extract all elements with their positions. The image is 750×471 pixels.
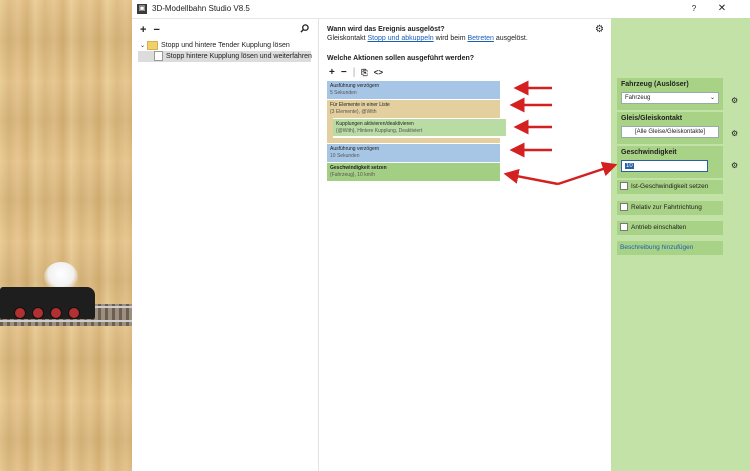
close-button[interactable]: ✕ xyxy=(712,2,732,16)
vehicle-group: Fahrzeug (Auslöser) Fahrzeug ⌄ xyxy=(617,78,723,110)
chevron-down-icon[interactable]: ⌄ xyxy=(140,43,145,49)
gear-icon[interactable]: ⚙ xyxy=(595,24,604,35)
code-view-button[interactable]: <> xyxy=(374,68,383,77)
search-icon[interactable] xyxy=(300,24,309,35)
speed-group: Geschwindigkeit 10 xyxy=(617,146,723,178)
actions-heading: Welche Aktionen sollen ausgeführt werden… xyxy=(327,55,475,62)
track-label: Gleis/Gleiskontakt xyxy=(621,115,683,122)
copy-icon[interactable]: ⎘ xyxy=(361,68,367,77)
event-tree-pane: + − ⌄ Stopp und hintere Tender Kupplung lö… xyxy=(132,18,319,471)
remove-event-button[interactable]: − xyxy=(153,24,159,36)
action-delay[interactable]: Ausführung verzögern 5 Sekunden xyxy=(327,81,500,99)
loco-wheel xyxy=(32,307,44,319)
locomotive xyxy=(0,287,95,319)
trigger-heading: Wann wird das Ereignis ausgelöst? xyxy=(327,26,445,33)
tree-event-item[interactable]: Stopp hintere Kupplung lösen und weiterf… xyxy=(138,51,312,62)
actions-toolbar: + − | ⎘ <> xyxy=(329,67,389,78)
contact-link[interactable]: Stopp und abkuppeln xyxy=(367,35,433,42)
action-set-speed[interactable]: Geschwindigkeit setzen {Fahrzeug}, 10 km… xyxy=(327,163,500,181)
vehicle-gear-icon[interactable]: ⚙ xyxy=(731,96,738,105)
window-title: 3D-Modellbahn Studio V8.5 xyxy=(152,4,250,13)
speed-input[interactable]: 10 xyxy=(621,160,708,172)
drive-on-checkbox[interactable]: Antrieb einschalten xyxy=(617,221,723,235)
trigger-description: Gleiskontakt Stopp und abkuppeln wird be… xyxy=(327,35,528,42)
tree-folder-item[interactable]: ⌄ Stopp und hintere Tender Kupplung lösen xyxy=(140,40,290,51)
checkbox-icon[interactable] xyxy=(620,182,628,191)
loco-wheel xyxy=(14,307,26,319)
chevron-down-icon: ⌄ xyxy=(709,95,715,101)
vehicle-label: Fahrzeug (Auslöser) xyxy=(621,81,689,88)
toolbar-divider: | xyxy=(352,67,356,78)
track-group: Gleis/Gleiskontakt [Alle Gleise/Gleiskon… xyxy=(617,112,723,144)
loco-wheel xyxy=(68,307,80,319)
track-gear-icon[interactable]: ⚙ xyxy=(731,129,738,138)
trigger-mode-link[interactable]: Betreten xyxy=(467,35,493,42)
event-icon xyxy=(154,51,163,62)
remove-action-button[interactable]: − xyxy=(341,67,347,78)
tree-folder-label: Stopp und hintere Tender Kupplung lösen xyxy=(161,42,290,49)
action-delay-2[interactable]: Ausführung verzögern 10 Sekunden xyxy=(327,144,500,162)
loco-wheel xyxy=(50,307,62,319)
speed-label: Geschwindigkeit xyxy=(621,149,677,156)
rail-lower xyxy=(0,320,132,322)
checkbox-icon[interactable] xyxy=(620,223,628,232)
app-icon: ▣ xyxy=(137,4,147,14)
properties-pane: Fahrzeug (Auslöser) Fahrzeug ⌄ ⚙ Gleis/G… xyxy=(611,18,750,471)
action-coupling[interactable]: Kupplungen aktivieren/deaktivieren {@Wit… xyxy=(333,119,506,136)
add-event-button[interactable]: + xyxy=(140,24,146,36)
foreach-end xyxy=(327,138,500,143)
vehicle-dropdown[interactable]: Fahrzeug ⌄ xyxy=(621,92,719,104)
action-foreach[interactable]: Für Elemente in einer Liste {3 Elemente}… xyxy=(327,100,500,118)
relative-direction-checkbox[interactable]: Relativ zur Fahrtrichtung xyxy=(617,201,723,215)
folder-icon xyxy=(147,40,159,50)
titlebar: ▣ 3D-Modellbahn Studio V8.5 ? ✕ xyxy=(132,0,750,19)
speed-gear-icon[interactable]: ⚙ xyxy=(731,161,738,170)
actual-speed-checkbox[interactable]: Ist-Geschwindigkeit setzen xyxy=(617,180,723,194)
tree-event-label: Stopp hintere Kupplung lösen und weiterf… xyxy=(166,53,312,60)
dialog-window: ▣ 3D-Modellbahn Studio V8.5 ? ✕ + − ⌄ Stop… xyxy=(132,0,750,471)
checkbox-icon[interactable] xyxy=(620,203,628,212)
add-action-button[interactable]: + xyxy=(329,67,335,78)
event-detail-pane: Wann wird das Ereignis ausgelöst? Gleisk… xyxy=(319,18,611,471)
add-description-link[interactable]: Beschreibung hinzufügen xyxy=(617,241,723,255)
tree-toolbar: + − xyxy=(140,24,167,36)
help-button[interactable]: ? xyxy=(684,2,704,16)
track-field[interactable]: [Alle Gleise/Gleiskontakte] xyxy=(621,126,719,138)
